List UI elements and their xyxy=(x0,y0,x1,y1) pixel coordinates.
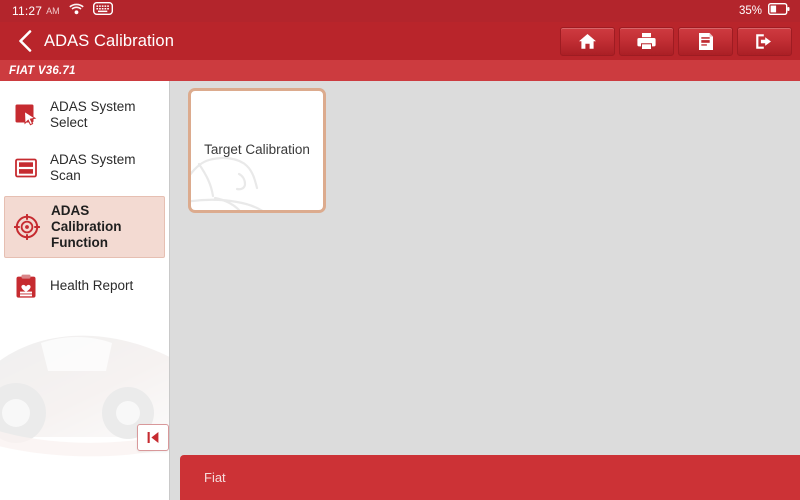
back-button[interactable] xyxy=(12,26,38,56)
status-time-ampm: AM xyxy=(46,6,60,16)
home-icon xyxy=(579,33,596,49)
keyboard-icon xyxy=(92,1,113,20)
adas-calibration-app: 11:27 AM 35% ADAS Calibration FIAT V36.7… xyxy=(0,0,800,500)
body-area: ADAS System Select ADAS System Scan ADAS… xyxy=(0,81,800,500)
car-watermark xyxy=(0,335,169,457)
header-toolbar xyxy=(560,26,800,56)
exit-button[interactable] xyxy=(737,26,792,56)
sidebar-menu: ADAS System Select ADAS System Scan ADAS… xyxy=(0,81,169,311)
card-label: Target Calibration xyxy=(204,141,310,157)
back-chevron-icon xyxy=(19,30,32,52)
sidebar-item-label: ADAS System Select xyxy=(50,99,136,130)
sidebar-item-label: ADAS System Scan xyxy=(50,152,136,183)
app-header: ADAS Calibration xyxy=(0,22,800,60)
vehicle-version-label: FIAT V36.71 xyxy=(9,64,76,77)
battery-percent-label: 35% xyxy=(738,5,762,17)
content-area: Target Calibration xyxy=(171,81,800,500)
battery-icon xyxy=(767,2,790,20)
collapse-sidebar-button[interactable] xyxy=(137,424,169,451)
status-bar-left: 11:27 AM xyxy=(12,1,113,20)
printer-icon xyxy=(637,33,656,49)
version-bar: FIAT V36.71 xyxy=(0,60,800,81)
clipboard-heart-icon xyxy=(12,272,40,300)
bottom-vehicle-bar: Fiat xyxy=(180,455,800,500)
print-button[interactable] xyxy=(619,26,674,56)
wifi-icon xyxy=(68,2,84,20)
sidebar-item-label: Health Report xyxy=(50,278,134,293)
sidebar-item-label: ADAS Calibration Function xyxy=(51,203,122,250)
status-time: 11:27 xyxy=(12,4,43,18)
skip-to-start-icon xyxy=(147,432,159,443)
sidebar-item-adas-system-select[interactable]: ADAS System Select xyxy=(4,90,165,140)
sidebar-item-adas-calibration-function[interactable]: ADAS Calibration Function xyxy=(4,196,165,258)
sidebar: ADAS System Select ADAS System Scan ADAS… xyxy=(0,81,170,500)
scan-layers-icon xyxy=(12,154,40,182)
car-outline-watermark xyxy=(191,156,263,210)
sidebar-item-adas-system-scan[interactable]: ADAS System Scan xyxy=(4,143,165,193)
status-bar-right: 35% xyxy=(739,2,790,20)
target-crosshair-icon xyxy=(13,213,41,241)
home-button[interactable] xyxy=(560,26,615,56)
cursor-select-icon xyxy=(12,101,40,129)
status-bar: 11:27 AM 35% xyxy=(0,0,800,22)
exit-icon xyxy=(756,33,771,49)
sidebar-item-health-report[interactable]: Health Report xyxy=(4,261,165,311)
page-title: ADAS Calibration xyxy=(44,31,174,50)
adas-report-icon xyxy=(698,32,713,50)
card-target-calibration[interactable]: Target Calibration xyxy=(188,88,326,213)
vehicle-name-label: Fiat xyxy=(204,470,226,485)
adas-report-button[interactable] xyxy=(678,26,733,56)
